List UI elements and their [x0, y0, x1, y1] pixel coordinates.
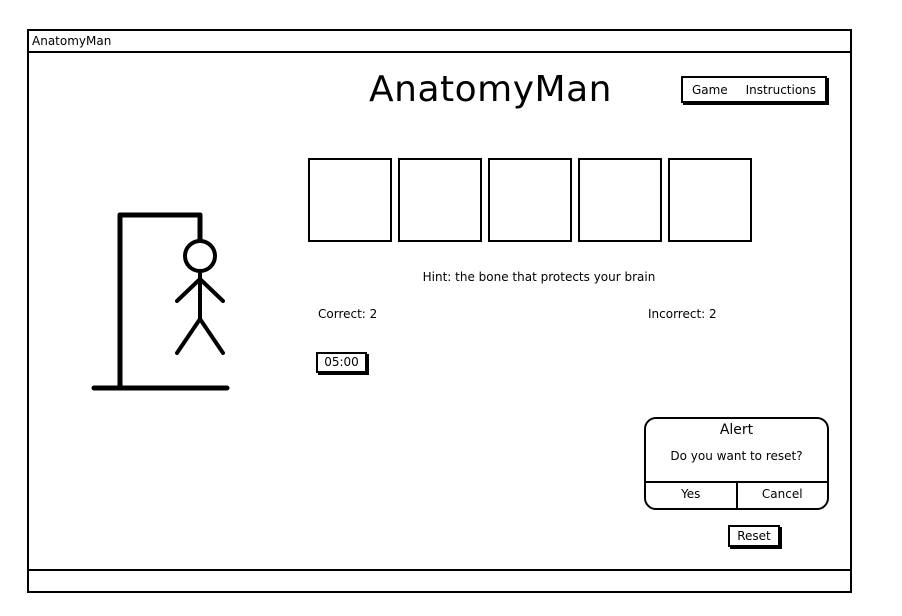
window-titlebar: AnatomyMan	[29, 31, 850, 53]
page-title: AnatomyMan	[369, 69, 612, 110]
window-footer	[29, 569, 850, 591]
correct-count: Correct: 2	[318, 307, 378, 321]
alert-cancel-button[interactable]: Cancel	[738, 483, 828, 508]
letter-slot-1	[308, 158, 392, 242]
hangman-right-arm	[198, 277, 225, 303]
hangman-right-leg	[198, 317, 225, 355]
nav-item-instructions[interactable]: Instructions	[746, 83, 816, 97]
hint-text: Hint: the bone that protects your brain	[422, 270, 656, 284]
incorrect-count: Incorrect: 2	[648, 307, 717, 321]
nav-item-game[interactable]: Game	[692, 83, 728, 97]
timer-display: 05:00	[316, 352, 367, 373]
top-nav: Game Instructions	[681, 76, 827, 103]
window-title: AnatomyMan	[32, 34, 112, 48]
reset-button[interactable]: Reset	[728, 525, 780, 547]
alert-button-row: Yes Cancel	[646, 481, 827, 508]
letter-slot-5	[668, 158, 752, 242]
letter-slot-4	[578, 158, 662, 242]
letter-slot-2	[398, 158, 482, 242]
hangman-left-arm	[175, 277, 202, 303]
alert-title: Alert	[719, 422, 754, 438]
hangman-left-leg	[175, 317, 202, 355]
reset-alert-dialog: Alert Do you want to reset? Yes Cancel	[644, 417, 829, 510]
letter-slots	[308, 158, 752, 242]
alert-yes-button[interactable]: Yes	[646, 483, 738, 508]
letter-slot-3	[488, 158, 572, 242]
alert-message: Do you want to reset?	[670, 449, 803, 463]
hangman-drawing	[91, 212, 230, 391]
app-window: AnatomyMan AnatomyMan Game Instructions …	[27, 29, 852, 593]
hangman-head	[183, 239, 217, 273]
